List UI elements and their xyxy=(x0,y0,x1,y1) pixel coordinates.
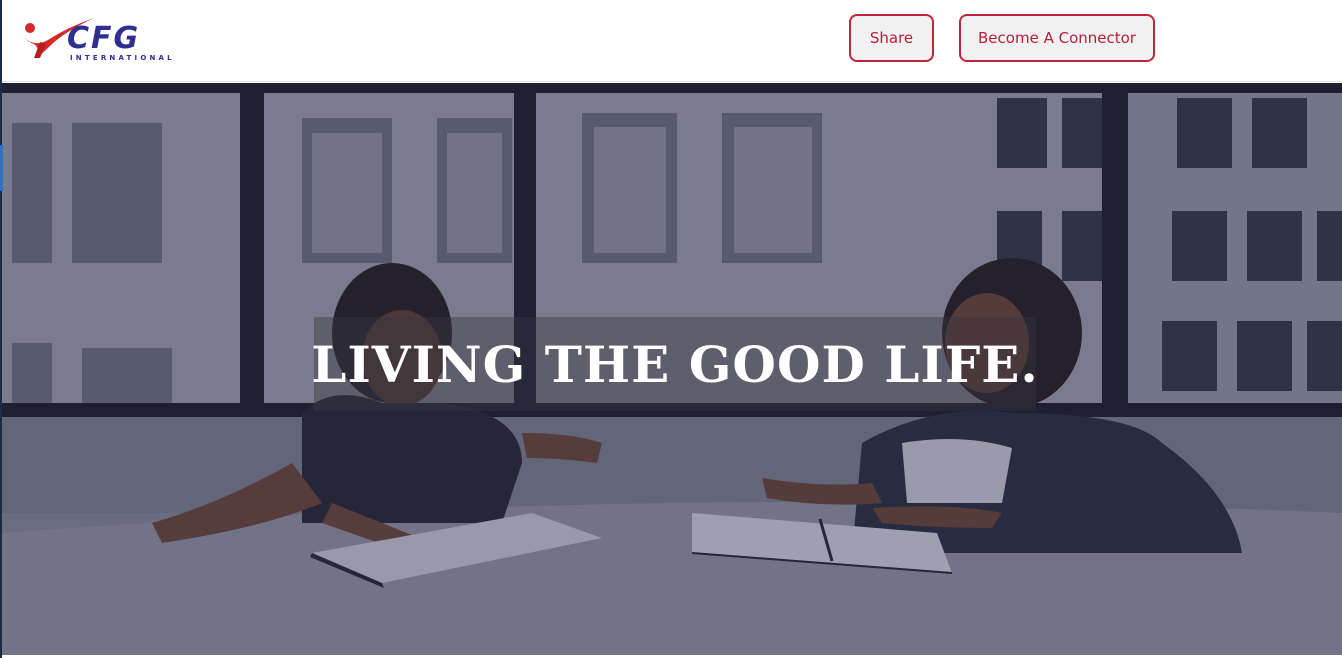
headline-box: LIVING THE GOOD LIFE. xyxy=(311,317,1039,411)
logo-text: CFG xyxy=(67,21,141,56)
hero-banner: LIVING THE GOOD LIFE. xyxy=(2,83,1342,655)
left-edge-strip xyxy=(0,0,2,658)
become-connector-button[interactable]: Become A Connector xyxy=(959,14,1155,62)
share-button[interactable]: Share xyxy=(849,14,934,62)
cfg-logo[interactable]: CFG INTERNATIONAL xyxy=(20,14,186,64)
logo-subtext: INTERNATIONAL xyxy=(70,54,175,62)
site-header: CFG INTERNATIONAL Share Become A Connect… xyxy=(0,0,1342,82)
hero-headline: LIVING THE GOOD LIFE. xyxy=(311,334,1039,394)
left-edge-tab[interactable] xyxy=(0,145,3,191)
